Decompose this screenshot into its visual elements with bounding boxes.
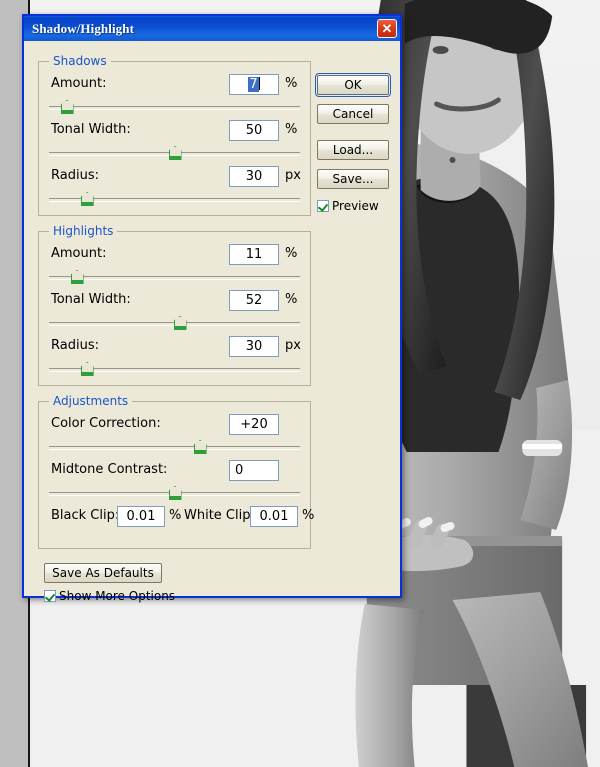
highlights-group-legend: Highlights [49, 224, 118, 238]
shadows-tonal-width-input[interactable]: 50 [229, 120, 279, 141]
highlights-tonal-width-input[interactable]: 52 [229, 290, 279, 311]
midtone-contrast-slider[interactable] [49, 486, 300, 500]
shadows-tonal-width-label: Tonal Width: [51, 122, 131, 137]
slider-thumb[interactable] [168, 146, 182, 160]
shadows-group-legend: Shadows [49, 54, 111, 68]
highlights-tonal-width-unit: % [285, 292, 298, 307]
shadows-radius-row: Radius: 30 px [39, 166, 310, 188]
shadows-amount-input[interactable]: 7 [229, 74, 279, 95]
show-more-options-label: Show More Options [59, 589, 176, 603]
slider-track [49, 446, 300, 450]
white-clip-label: White Clip: [184, 508, 255, 523]
highlights-amount-label: Amount: [51, 246, 107, 261]
save-button[interactable]: Save... [317, 169, 389, 189]
shadows-amount-row: Amount: 7 % [39, 74, 310, 96]
shadows-radius-unit: px [285, 168, 301, 183]
highlights-amount-input[interactable]: 11 [229, 244, 279, 265]
highlights-radius-input[interactable]: 30 [229, 336, 279, 357]
ok-button[interactable]: OK [315, 73, 391, 97]
highlights-amount-unit: % [285, 246, 298, 261]
midtone-contrast-label: Midtone Contrast: [51, 462, 168, 477]
dialog-title-bar[interactable]: Shadow/Highlight ✕ [24, 16, 400, 41]
save-as-defaults-button[interactable]: Save As Defaults [44, 563, 162, 583]
slider-thumb[interactable] [173, 316, 187, 330]
adjustments-group: Adjustments Color Correction: +20 Midton… [38, 394, 314, 549]
close-icon[interactable]: ✕ [377, 19, 397, 38]
slider-thumb[interactable] [80, 362, 94, 376]
color-correction-input[interactable]: +20 [229, 414, 279, 435]
shadows-amount-value: 7 [248, 77, 259, 92]
dialog-title: Shadow/Highlight [32, 20, 135, 36]
shadows-radius-label: Radius: [51, 168, 99, 183]
slider-thumb[interactable] [80, 192, 94, 206]
shadows-amount-label: Amount: [51, 76, 107, 91]
shadows-amount-unit: % [285, 76, 298, 91]
slider-thumb[interactable] [193, 440, 207, 454]
shadows-tonal-width-slider[interactable] [49, 146, 300, 160]
highlights-tonal-width-label: Tonal Width: [51, 292, 131, 307]
preview-label: Preview [332, 199, 379, 213]
slider-track [49, 106, 300, 110]
slider-thumb[interactable] [168, 486, 182, 500]
shadows-group: Shadows Amount: 7 % Tonal Width: 50 % Ra… [38, 54, 311, 216]
adjustments-group-legend: Adjustments [49, 394, 133, 408]
shadows-tonal-width-unit: % [285, 122, 298, 137]
highlights-group: Highlights Amount: 11 % Tonal Width: 52 … [38, 224, 311, 386]
slider-thumb[interactable] [60, 100, 74, 114]
show-more-options-checkbox[interactable]: Show More Options [44, 589, 175, 603]
black-clip-input[interactable]: 0.01 [117, 506, 165, 527]
shadows-amount-slider[interactable] [49, 100, 300, 114]
shadows-tonal-width-row: Tonal Width: 50 % [39, 120, 310, 142]
cancel-button[interactable]: Cancel [317, 104, 389, 124]
checkbox-box-icon[interactable] [44, 590, 56, 602]
preview-checkbox[interactable]: Preview [317, 199, 379, 213]
highlights-tonal-width-row: Tonal Width: 52 % [39, 290, 310, 312]
dialog-body: Shadows Amount: 7 % Tonal Width: 50 % Ra… [24, 41, 400, 603]
highlights-radius-unit: px [285, 338, 301, 353]
highlights-radius-row: Radius: 30 px [39, 336, 310, 358]
highlights-amount-row: Amount: 11 % [39, 244, 310, 266]
black-clip-unit: % [169, 508, 182, 523]
highlights-radius-slider[interactable] [49, 362, 300, 376]
slider-track [49, 276, 300, 280]
clip-row: Black Clip: 0.01 % White Clip: 0.01 % [39, 506, 314, 528]
shadows-radius-input[interactable]: 30 [229, 166, 279, 187]
black-clip-label: Black Clip: [51, 508, 120, 523]
color-correction-row: Color Correction: +20 [39, 414, 310, 436]
highlights-tonal-width-slider[interactable] [49, 316, 300, 330]
shadows-radius-slider[interactable] [49, 192, 300, 206]
load-button[interactable]: Load... [317, 140, 389, 160]
slider-thumb[interactable] [70, 270, 84, 284]
highlights-radius-label: Radius: [51, 338, 99, 353]
highlights-amount-slider[interactable] [49, 270, 300, 284]
midtone-contrast-row: Midtone Contrast: 0 [39, 460, 310, 482]
checkbox-box-icon[interactable] [317, 200, 329, 212]
white-clip-unit: % [302, 508, 315, 523]
white-clip-input[interactable]: 0.01 [250, 506, 298, 527]
color-correction-label: Color Correction: [51, 416, 161, 431]
color-correction-slider[interactable] [49, 440, 300, 454]
midtone-contrast-input[interactable]: 0 [229, 460, 279, 481]
shadow-highlight-dialog[interactable]: Shadow/Highlight ✕ Shadows Amount: 7 % T… [22, 14, 402, 603]
